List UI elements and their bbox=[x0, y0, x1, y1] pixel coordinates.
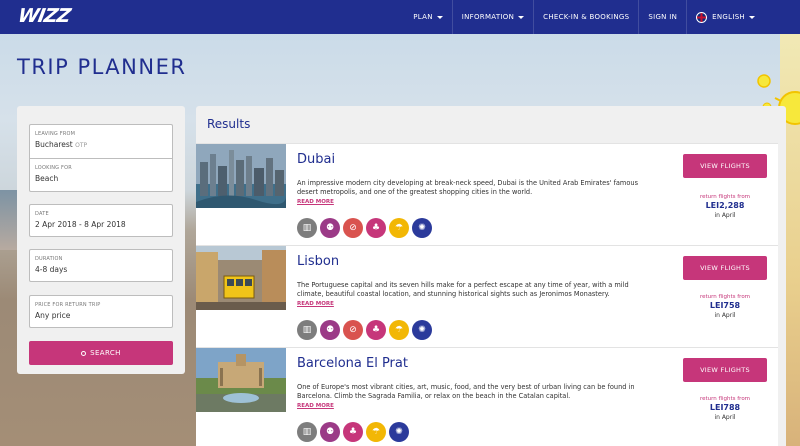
nav-information-label: INFORMATION bbox=[461, 13, 515, 21]
return-flights-label: return flights from bbox=[699, 294, 751, 300]
result-card-dubai: Dubai An impressive modern city developi… bbox=[196, 143, 778, 245]
city-icon[interactable]: ▥ bbox=[297, 422, 317, 442]
party-icon[interactable]: ♣ bbox=[366, 218, 386, 238]
nightlife-icon[interactable]: ✺ bbox=[412, 320, 432, 340]
read-more-link[interactable]: READ MORE bbox=[297, 301, 334, 307]
price-info: return flights from LEI2,288 in April bbox=[683, 194, 767, 219]
leaving-from-field[interactable]: LEAVING FROM Bucharest OTP bbox=[29, 124, 173, 158]
duration-value: 4-8 days bbox=[35, 265, 68, 274]
destination-name[interactable]: Lisbon bbox=[297, 254, 339, 269]
language-selector[interactable]: ENGLISH bbox=[686, 0, 764, 34]
barcelona-image bbox=[196, 348, 286, 412]
view-flights-button[interactable]: VIEW FLIGHTS bbox=[683, 256, 767, 280]
price-label: PRICE FOR RETURN TRIP bbox=[35, 302, 101, 308]
read-more-link[interactable]: READ MORE bbox=[297, 403, 334, 409]
city-icon[interactable]: ▥ bbox=[297, 320, 317, 340]
uk-flag-icon bbox=[696, 11, 708, 23]
leaving-from-city: Bucharest bbox=[35, 140, 73, 149]
destination-name[interactable]: Barcelona El Prat bbox=[297, 356, 408, 371]
nav-information[interactable]: INFORMATION bbox=[451, 0, 533, 34]
nav-check-in[interactable]: CHECK-IN & BOOKINGS bbox=[533, 0, 638, 34]
duration-label: DURATION bbox=[35, 256, 63, 262]
nightlife-icon[interactable]: ✺ bbox=[389, 422, 409, 442]
chevron-down-icon bbox=[436, 15, 443, 19]
lisbon-image bbox=[196, 246, 286, 310]
view-flights-button[interactable]: VIEW FLIGHTS bbox=[683, 358, 767, 382]
family-icon[interactable]: ⚉ bbox=[320, 422, 340, 442]
looking-for-value: Beach bbox=[35, 174, 59, 183]
read-more-link[interactable]: READ MORE bbox=[297, 199, 334, 205]
leaving-from-code: OTP bbox=[75, 142, 88, 149]
view-flights-button[interactable]: VIEW FLIGHTS bbox=[683, 154, 767, 178]
nav-check-in-label: CHECK-IN & BOOKINGS bbox=[543, 13, 630, 21]
dubai-image bbox=[196, 144, 286, 208]
price-value: LEI2,288 bbox=[705, 201, 745, 210]
price-value: LEI758 bbox=[709, 301, 741, 310]
wizz-logo[interactable]: WIZZ bbox=[16, 5, 80, 29]
destination-description: An impressive modern city developing at … bbox=[297, 179, 639, 196]
nav-links: PLAN INFORMATION CHECK-IN & BOOKINGS SIG… bbox=[404, 0, 764, 34]
destination-description: One of Europe's most vibrant cities, art… bbox=[297, 383, 635, 400]
nav-sign-in-label: SIGN IN bbox=[648, 13, 678, 21]
category-icons: ▥ ⚉ ⊘ ♣ ☂ ✺ bbox=[297, 218, 432, 238]
price-value: LEI788 bbox=[709, 403, 741, 412]
price-month: in April bbox=[714, 312, 736, 319]
search-panel: LEAVING FROM Bucharest OTP LOOKING FOR B… bbox=[17, 106, 185, 374]
nav-sign-in[interactable]: SIGN IN bbox=[638, 0, 686, 34]
category-icons: ▥ ⚉ ♣ ☂ ✺ bbox=[297, 422, 409, 442]
no-alcohol-icon[interactable]: ⊘ bbox=[343, 218, 363, 238]
price-info: return flights from LEI758 in April bbox=[683, 294, 767, 319]
price-month: in April bbox=[714, 414, 736, 421]
result-card-lisbon: Lisbon The Portuguese capital and its se… bbox=[196, 245, 778, 347]
nightlife-icon[interactable]: ✺ bbox=[412, 218, 432, 238]
price-value: Any price bbox=[35, 311, 71, 320]
return-flights-label: return flights from bbox=[699, 396, 751, 402]
results-panel: Results Dubai An impressive modern city … bbox=[196, 106, 786, 446]
price-info: return flights from LEI788 in April bbox=[683, 396, 767, 421]
party-icon[interactable]: ♣ bbox=[343, 422, 363, 442]
barcelona-thumbnail[interactable] bbox=[196, 348, 286, 412]
category-icons: ▥ ⚉ ⊘ ♣ ☂ ✺ bbox=[297, 320, 432, 340]
looking-for-field[interactable]: LOOKING FOR Beach bbox=[29, 158, 173, 192]
date-field[interactable]: DATE 2 Apr 2018 - 8 Apr 2018 bbox=[29, 204, 173, 237]
no-alcohol-icon[interactable]: ⊘ bbox=[343, 320, 363, 340]
date-label: DATE bbox=[35, 211, 49, 217]
page-title: TRIP PLANNER bbox=[17, 55, 187, 79]
leaving-from-label: LEAVING FROM bbox=[35, 131, 76, 137]
party-icon[interactable]: ♣ bbox=[366, 320, 386, 340]
search-button[interactable]: SEARCH bbox=[29, 341, 173, 365]
beach-icon[interactable]: ☂ bbox=[389, 218, 409, 238]
family-icon[interactable]: ⚉ bbox=[320, 218, 340, 238]
chevron-down-icon bbox=[749, 15, 755, 19]
price-field[interactable]: PRICE FOR RETURN TRIP Any price bbox=[29, 295, 173, 328]
lisbon-thumbnail[interactable] bbox=[196, 246, 286, 310]
nav-plan[interactable]: PLAN bbox=[404, 0, 452, 34]
price-month: in April bbox=[714, 212, 736, 219]
family-icon[interactable]: ⚉ bbox=[320, 320, 340, 340]
top-navigation: WIZZ PLAN INFORMATION CHECK-IN & BOOKING… bbox=[0, 0, 800, 34]
search-button-label: SEARCH bbox=[90, 349, 121, 357]
nav-plan-label: PLAN bbox=[413, 13, 433, 21]
destination-description: The Portuguese capital and its seven hil… bbox=[297, 281, 629, 298]
chevron-down-icon bbox=[518, 15, 525, 19]
looking-for-label: LOOKING FOR bbox=[35, 165, 72, 171]
duration-field[interactable]: DURATION 4-8 days bbox=[29, 249, 173, 282]
beach-icon[interactable]: ☂ bbox=[389, 320, 409, 340]
dubai-thumbnail[interactable] bbox=[196, 144, 286, 208]
leaving-from-value: Bucharest OTP bbox=[35, 140, 167, 149]
return-flights-label: return flights from bbox=[699, 194, 751, 200]
result-card-barcelona: Barcelona El Prat One of Europe's most v… bbox=[196, 347, 778, 446]
city-icon[interactable]: ▥ bbox=[297, 218, 317, 238]
destination-name[interactable]: Dubai bbox=[297, 152, 335, 167]
beach-icon[interactable]: ☂ bbox=[366, 422, 386, 442]
language-label: ENGLISH bbox=[712, 13, 745, 21]
date-value: 2 Apr 2018 - 8 Apr 2018 bbox=[35, 220, 126, 229]
search-icon bbox=[81, 350, 87, 356]
results-title: Results bbox=[207, 117, 251, 131]
